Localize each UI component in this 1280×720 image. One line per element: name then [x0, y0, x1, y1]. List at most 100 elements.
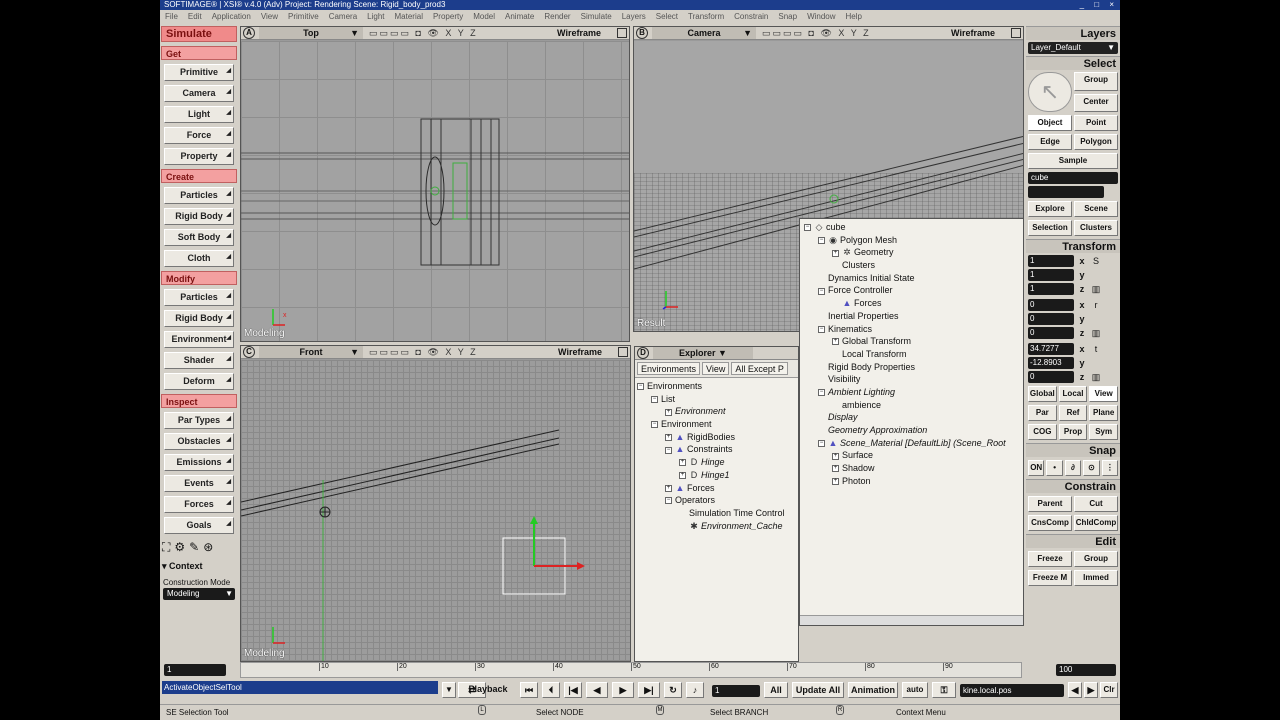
display-mode-menu[interactable]: Wireframe [945, 27, 1001, 39]
scale-y-toggle[interactable]: y [1076, 270, 1088, 280]
viewport-icons[interactable]: ▭▭▭▭ ◘ 👁 X Y Z [369, 346, 478, 358]
create-particles-button[interactable]: Particles ◢ [164, 187, 234, 204]
menu-render[interactable]: Render [544, 12, 570, 21]
viewport-view-menu[interactable]: Camera ▼ [652, 27, 756, 39]
select-polygon-button[interactable]: Polygon [1074, 134, 1118, 150]
get-light-button[interactable]: Light ◢ [164, 106, 234, 123]
collapse-icon[interactable]: − [637, 383, 644, 391]
toolbar-title[interactable]: Simulate [161, 26, 237, 42]
tree-node-scene-material-defaultlib-scene-root[interactable]: − ▲ Scene_Material [DefaultLib] (Scene_Roo… [800, 437, 1023, 450]
tree-node-photon[interactable]: + Photon [800, 475, 1023, 488]
translate-z-toggle[interactable]: z [1076, 372, 1088, 382]
constrain-header[interactable]: Constrain [1026, 479, 1120, 493]
layer-select[interactable]: Layer_Default ▼ [1028, 42, 1118, 54]
translate-lock-icon[interactable]: ▥ [1090, 372, 1102, 383]
tree-node-environment[interactable]: − Environment [635, 418, 798, 431]
timeline-ruler[interactable]: 10 20 30 40 50 60 70 80 90 [240, 662, 1022, 678]
tree-node-environment[interactable]: + Environment [635, 405, 798, 418]
transform-header[interactable]: Transform [1026, 239, 1120, 253]
loop-icon[interactable]: ↻ [664, 682, 682, 698]
layers-header[interactable]: Layers [1026, 26, 1120, 40]
axis-toggles[interactable]: X Y Z [445, 28, 477, 38]
get-property-button[interactable]: Property ◢ [164, 148, 234, 165]
tree-node-geometry-approximation[interactable]: Geometry Approximation [800, 424, 1023, 437]
inspect-par-types-button[interactable]: Par Types ◢ [164, 412, 234, 429]
translate-x-field[interactable]: 34.7277 [1028, 343, 1074, 355]
collapse-icon[interactable]: − [651, 395, 658, 403]
get-camera-button[interactable]: Camera ◢ [164, 85, 234, 102]
menu-property[interactable]: Property [433, 12, 463, 21]
inspect-obstacles-button[interactable]: Obstacles ◢ [164, 433, 234, 450]
tree-node-ambience[interactable]: ambience [800, 399, 1023, 412]
expand-icon[interactable]: + [832, 477, 839, 485]
expand-icon[interactable]: + [832, 338, 839, 346]
plane-ref-button[interactable]: Plane [1089, 405, 1119, 421]
menu-camera[interactable]: Camera [329, 12, 357, 21]
display-mode-menu[interactable]: Wireframe [552, 346, 608, 358]
modify-deform-button[interactable]: Deform ◢ [164, 373, 234, 390]
select-group-button[interactable]: Group [1074, 72, 1118, 91]
scale-y-field[interactable]: 1 [1028, 269, 1074, 281]
tree-node-clusters[interactable]: Clusters [800, 259, 1023, 272]
animation-button[interactable]: Animation [848, 682, 898, 698]
snap-mode-icon[interactable]: ⊙ [1083, 460, 1100, 476]
sym-button[interactable]: Sym [1089, 424, 1119, 440]
rotate-x-toggle[interactable]: x [1076, 300, 1088, 310]
menu-file[interactable]: File [165, 12, 178, 21]
window-controls[interactable]: _ □ × [1080, 0, 1118, 10]
auto-key-button[interactable]: auto [902, 682, 928, 698]
modify-particles-button[interactable]: Particles ◢ [164, 289, 234, 306]
menu-layers[interactable]: Layers [622, 12, 646, 21]
tree-node-forces[interactable]: + ▲ Forces [635, 482, 798, 495]
tree-node-kinematics[interactable]: − Kinematics [800, 323, 1023, 336]
group-button[interactable]: Group [1074, 551, 1118, 567]
tree-node-polygon-mesh[interactable]: − ◉ Polygon Mesh [800, 234, 1023, 247]
axis-toggles[interactable]: X Y Z [838, 28, 870, 38]
create-rigid-body-button[interactable]: Rigid Body ◢ [164, 208, 234, 225]
viewport-view-menu[interactable]: Front ▼ [259, 346, 363, 358]
tree-node-global-transform[interactable]: + Global Transform [800, 335, 1023, 348]
tree-node-operators[interactable]: − Operators [635, 494, 798, 507]
snap-header[interactable]: Snap [1026, 443, 1120, 457]
viewport-icons[interactable]: ▭▭▭▭ ◘ 👁 X Y Z [762, 27, 871, 39]
selection-field[interactable]: cube [1028, 172, 1118, 184]
get-section-header[interactable]: Get [161, 46, 237, 60]
create-section-header[interactable]: Create [161, 169, 237, 183]
modify-rigid-body-button[interactable]: Rigid Body ◢ [164, 310, 234, 327]
tree-node-constraints[interactable]: − ▲ Constraints [635, 443, 798, 456]
clear-button[interactable]: Clr [1100, 682, 1118, 698]
scale-lock-icon[interactable]: ▥ [1090, 284, 1102, 295]
inspect-goals-button[interactable]: Goals ◢ [164, 517, 234, 534]
select-edge-button[interactable]: Edge [1028, 134, 1072, 150]
viewport-view-menu[interactable]: Top ▼ [259, 27, 363, 39]
selection-filter-field[interactable] [1028, 186, 1104, 198]
construction-mode-select[interactable]: Modeling ▼ [163, 588, 235, 600]
menu-constrain[interactable]: Constrain [734, 12, 768, 21]
immed-button[interactable]: Immed [1074, 570, 1118, 586]
menu-animate[interactable]: Animate [505, 12, 534, 21]
parent-button[interactable]: Parent [1028, 496, 1072, 512]
clusters-button[interactable]: Clusters [1074, 220, 1118, 236]
play-back-icon[interactable]: ◀ [586, 682, 608, 698]
first-frame-icon[interactable]: ⏮ [520, 682, 538, 698]
tree-node-forces[interactable]: ▲ Forces [800, 297, 1023, 310]
rotate-tool-button[interactable]: r [1090, 300, 1102, 310]
tree-node-visibility[interactable]: Visibility [800, 373, 1023, 386]
select-center-button[interactable]: Center [1074, 93, 1118, 112]
inspect-section-header[interactable]: Inspect [161, 394, 237, 408]
edit-header[interactable]: Edit [1026, 534, 1120, 548]
all-button[interactable]: All [764, 682, 788, 698]
collapse-icon[interactable]: − [818, 389, 825, 397]
scene-button[interactable]: Scene [1074, 201, 1118, 217]
viewport-view-menu[interactable]: Explorer ▼ [653, 347, 753, 359]
viewport-canvas[interactable]: Modeling [241, 360, 630, 661]
chldcomp-button[interactable]: ChldComp [1074, 515, 1118, 531]
select-tool-icon[interactable]: ⛶ [162, 540, 170, 555]
collapse-icon[interactable]: − [804, 224, 811, 232]
prop-button[interactable]: Prop [1058, 424, 1088, 440]
menu-snap[interactable]: Snap [778, 12, 797, 21]
selection-button[interactable]: Selection [1028, 220, 1072, 236]
explorer-tab-all-except-p[interactable]: All Except P [731, 362, 788, 375]
rotate-y-field[interactable]: 0 [1028, 313, 1074, 325]
inspect-emissions-button[interactable]: Emissions ◢ [164, 454, 234, 471]
